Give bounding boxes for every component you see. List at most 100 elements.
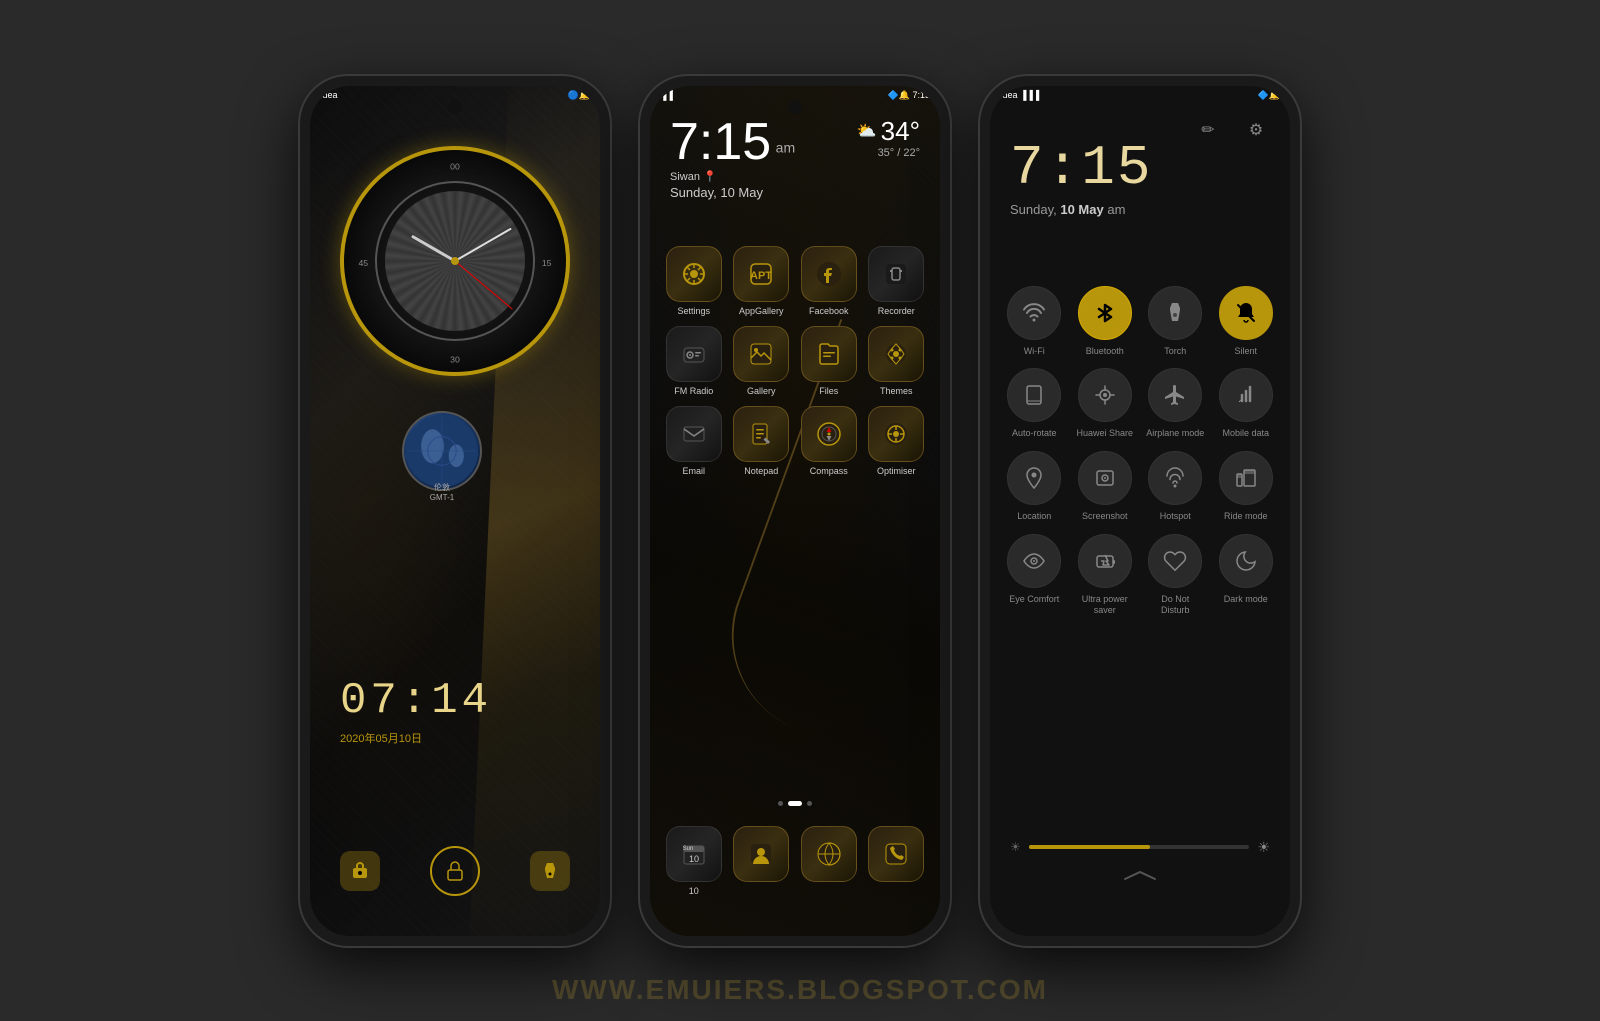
control-big-time: 7:15	[1010, 136, 1152, 200]
weather-temperature: 34°	[881, 116, 920, 147]
eye-comfort-label: Eye Comfort	[1009, 594, 1059, 605]
huawei-share-icon[interactable]	[1078, 368, 1132, 422]
app-browser[interactable]	[800, 826, 858, 896]
svg-text:Sun: Sun	[682, 846, 693, 852]
ctrl-screenshot[interactable]: Screenshot	[1076, 451, 1135, 522]
ctrl-airplane[interactable]: Airplane mode	[1146, 368, 1205, 439]
status-bar-phone2: ▐▐ 🔷🔔 7:15	[660, 90, 930, 101]
brightness-control: ☀ ☀	[1010, 839, 1270, 856]
app-recorder[interactable]: Recorder	[868, 246, 926, 316]
home-date: Sunday, 10 May	[670, 185, 795, 200]
svg-text:10: 10	[689, 854, 699, 864]
ctrl-hotspot[interactable]: Hotspot	[1146, 451, 1205, 522]
ctrl-huawei-share[interactable]: Huawei Share	[1076, 368, 1135, 439]
svg-text:45: 45	[358, 257, 368, 267]
wifi-icon[interactable]	[1007, 286, 1061, 340]
app-appgallery[interactable]: APT AppGallery	[733, 246, 791, 316]
email-app-label: Email	[682, 466, 705, 476]
ultra-power-icon[interactable]	[1078, 534, 1132, 588]
contacts-app-icon[interactable]	[733, 826, 789, 882]
bottom-dock: 10 Sun 10	[660, 826, 930, 896]
ctrl-mobile-data[interactable]: Mobile data	[1217, 368, 1276, 439]
settings-app-icon[interactable]	[666, 246, 722, 302]
autorotate-icon[interactable]	[1007, 368, 1061, 422]
silent-icon[interactable]	[1219, 286, 1273, 340]
recorder-app-icon[interactable]	[868, 246, 924, 302]
facebook-app-label: Facebook	[809, 306, 849, 316]
home-big-time: 7:15	[670, 113, 771, 171]
svg-text:15: 15	[542, 257, 552, 267]
camera-icon-lock[interactable]	[340, 851, 380, 891]
clock-timezone-label: 伦敦 GMT-1	[404, 483, 480, 502]
bluetooth-icon[interactable]	[1078, 286, 1132, 340]
eye-comfort-icon[interactable]	[1007, 534, 1061, 588]
app-optimiser[interactable]: Optimiser	[868, 406, 926, 476]
notepad-app-icon[interactable]	[733, 406, 789, 462]
bluetooth-label: Bluetooth	[1086, 346, 1124, 357]
ctrl-location[interactable]: Location	[1005, 451, 1064, 522]
app-gallery[interactable]: Gallery	[733, 326, 791, 396]
app-phone[interactable]	[868, 826, 926, 896]
ctrl-eye-comfort[interactable]: Eye Comfort	[1005, 534, 1064, 616]
themes-app-icon[interactable]	[868, 326, 924, 382]
ctrl-ride-mode[interactable]: Ride mode	[1217, 451, 1276, 522]
ctrl-ultra-power[interactable]: Ultra power saver	[1076, 534, 1135, 616]
mobile-data-icon[interactable]	[1219, 368, 1273, 422]
app-email[interactable]: Email	[665, 406, 723, 476]
app-notepad[interactable]: Notepad	[733, 406, 791, 476]
ride-mode-icon[interactable]	[1219, 451, 1273, 505]
torch-icon-lock[interactable]	[530, 851, 570, 891]
fmradio-app-icon[interactable]	[666, 326, 722, 382]
calendar-app-icon[interactable]: 10 Sun	[666, 826, 722, 882]
dark-mode-label: Dark mode	[1224, 594, 1268, 605]
ctrl-torch[interactable]: Torch	[1146, 286, 1205, 357]
status-bar-phone1: Idea 🔵🔔	[320, 90, 590, 101]
app-settings[interactable]: Settings	[665, 246, 723, 316]
app-compass[interactable]: Compass	[800, 406, 858, 476]
wifi-label: Wi-Fi	[1024, 346, 1045, 357]
phone-app-icon[interactable]	[868, 826, 924, 882]
settings-icon[interactable]: ⚙	[1242, 116, 1270, 144]
compass-app-icon[interactable]	[801, 406, 857, 462]
app-facebook[interactable]: Facebook	[800, 246, 858, 316]
appgallery-app-label: AppGallery	[739, 306, 784, 316]
lock-icon-center[interactable]	[430, 846, 480, 896]
brightness-track[interactable]	[1029, 845, 1250, 849]
airplane-icon[interactable]	[1148, 368, 1202, 422]
app-fmradio[interactable]: FM Radio	[665, 326, 723, 396]
hotspot-icon[interactable]	[1148, 451, 1202, 505]
app-calendar[interactable]: 10 Sun 10	[665, 826, 723, 896]
ctrl-dnd[interactable]: Do Not Disturb	[1146, 534, 1205, 616]
email-app-icon[interactable]	[666, 406, 722, 462]
airplane-label: Airplane mode	[1146, 428, 1204, 439]
ctrl-silent[interactable]: Silent	[1217, 286, 1276, 357]
app-files[interactable]: Files	[800, 326, 858, 396]
torch-label: Torch	[1164, 346, 1186, 357]
dnd-icon[interactable]	[1148, 534, 1202, 588]
collapse-handle[interactable]	[1120, 868, 1160, 886]
location-icon[interactable]	[1007, 451, 1061, 505]
files-app-icon[interactable]	[801, 326, 857, 382]
control-time: 7:15 Sunday, 10 May am	[1010, 136, 1152, 217]
optimiser-app-icon[interactable]	[868, 406, 924, 462]
appgallery-app-icon[interactable]: APT	[733, 246, 789, 302]
app-contacts[interactable]	[733, 826, 791, 896]
ctrl-autorotate[interactable]: Auto-rotate	[1005, 368, 1064, 439]
ctrl-bluetooth[interactable]: Bluetooth	[1076, 286, 1135, 357]
brightness-high-icon: ☀	[1257, 839, 1270, 856]
hotspot-label: Hotspot	[1160, 511, 1191, 522]
browser-app-icon[interactable]	[801, 826, 857, 882]
facebook-app-icon[interactable]	[801, 246, 857, 302]
screenshot-icon[interactable]	[1078, 451, 1132, 505]
brightness-low-icon: ☀	[1010, 840, 1021, 854]
torch-icon[interactable]	[1148, 286, 1202, 340]
control-top-icons: ✏ ⚙	[1194, 116, 1270, 144]
signal-phone2: ▐▐	[660, 90, 673, 101]
dark-mode-icon[interactable]	[1219, 534, 1273, 588]
ctrl-dark-mode[interactable]: Dark mode	[1217, 534, 1276, 616]
ctrl-wifi[interactable]: Wi-Fi	[1005, 286, 1064, 357]
app-themes[interactable]: Themes	[868, 326, 926, 396]
edit-icon[interactable]: ✏	[1194, 116, 1222, 144]
gallery-app-icon[interactable]	[733, 326, 789, 382]
home-time: 7:15 am Siwan 📍 Sunday, 10 May	[670, 116, 795, 200]
